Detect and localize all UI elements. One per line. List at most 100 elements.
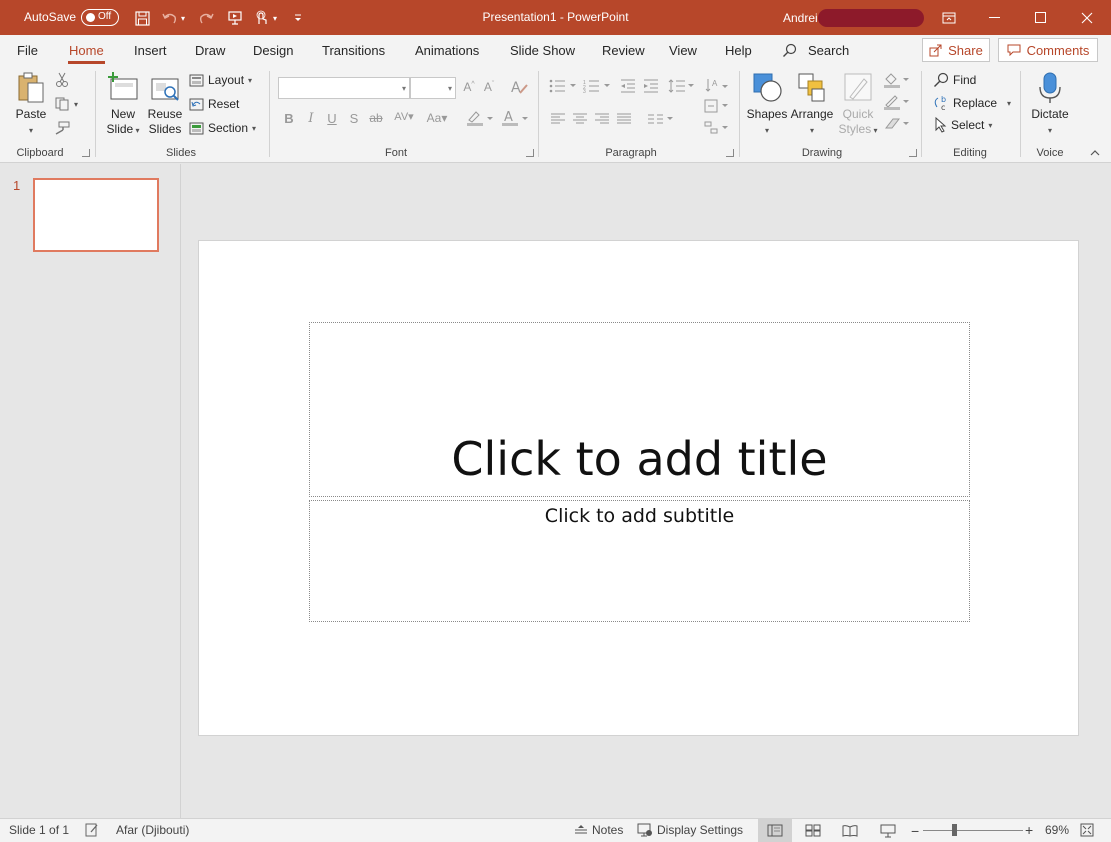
- comments-button[interactable]: Comments: [998, 38, 1098, 62]
- comments-label: Comments: [1026, 42, 1090, 58]
- normal-view-icon[interactable]: [758, 819, 792, 842]
- user-name[interactable]: Andrei: [783, 11, 818, 25]
- reading-view-icon[interactable]: [833, 819, 867, 842]
- section-button[interactable]: Section ▾: [189, 121, 256, 135]
- decrease-indent-icon[interactable]: [619, 79, 637, 96]
- shape-outline-icon[interactable]: [882, 93, 910, 114]
- tab-review[interactable]: Review: [602, 43, 645, 58]
- touch-dropdown-icon[interactable]: ▾: [268, 8, 282, 28]
- tab-design[interactable]: Design: [253, 43, 293, 58]
- zoom-slider[interactable]: [923, 830, 1023, 831]
- paragraph-launcher-icon[interactable]: [726, 149, 734, 157]
- tab-help[interactable]: Help: [725, 43, 752, 58]
- highlight-color-icon[interactable]: [465, 109, 495, 130]
- format-painter-icon[interactable]: [53, 119, 71, 137]
- collapse-ribbon-icon[interactable]: [1090, 148, 1100, 159]
- align-left-icon[interactable]: [549, 113, 567, 128]
- language[interactable]: Afar (Djibouti): [116, 823, 189, 837]
- font-color-icon[interactable]: A: [500, 109, 530, 130]
- font-family-combo[interactable]: ▾: [278, 77, 410, 99]
- share-button[interactable]: Share: [922, 38, 990, 62]
- dictate-button[interactable]: Dictate ▾: [1027, 71, 1073, 138]
- align-center-icon[interactable]: [571, 113, 589, 128]
- bold-icon[interactable]: B: [280, 111, 298, 126]
- align-text-icon[interactable]: [703, 99, 729, 116]
- reuse-slides-button[interactable]: Reuse Slides: [146, 71, 184, 137]
- subtitle-placeholder[interactable]: Click to add subtitle: [309, 500, 970, 622]
- line-spacing-icon[interactable]: [667, 79, 695, 96]
- cut-icon[interactable]: [53, 71, 71, 89]
- slide-sorter-icon[interactable]: [796, 819, 830, 842]
- tab-transitions[interactable]: Transitions: [322, 43, 385, 58]
- zoom-out-icon[interactable]: −: [911, 823, 919, 839]
- columns-icon[interactable]: [646, 113, 674, 128]
- tab-slide-show[interactable]: Slide Show: [510, 43, 575, 58]
- slide-thumbnail[interactable]: [33, 178, 159, 252]
- thumbnail-number: 1: [13, 178, 21, 193]
- slide-show-view-icon[interactable]: [871, 819, 905, 842]
- tab-home[interactable]: Home: [68, 43, 105, 64]
- ribbon-display-options-icon[interactable]: [926, 0, 972, 35]
- group-divider: [921, 71, 922, 157]
- select-button[interactable]: Select ▾: [933, 117, 992, 133]
- text-shadow-icon[interactable]: S: [345, 111, 363, 126]
- clipboard-launcher-icon[interactable]: [82, 149, 90, 157]
- italic-icon[interactable]: I: [302, 111, 320, 126]
- shape-fill-icon[interactable]: [882, 71, 910, 92]
- increase-font-size-icon[interactable]: A^: [460, 80, 478, 94]
- copy-dropdown-icon[interactable]: ▾: [74, 100, 78, 109]
- zoom-level[interactable]: 69%: [1045, 823, 1069, 837]
- arrange-button[interactable]: Arrange ▾: [789, 71, 835, 138]
- shapes-button[interactable]: Shapes ▾: [746, 71, 788, 138]
- strikethrough-icon[interactable]: ab: [367, 111, 385, 125]
- save-icon[interactable]: [132, 8, 152, 28]
- numbering-icon[interactable]: 123: [582, 79, 612, 96]
- slide-canvas[interactable]: Click to add title Click to add subtitle: [198, 240, 1079, 736]
- drawing-launcher-icon[interactable]: [909, 149, 917, 157]
- title-placeholder[interactable]: Click to add title: [309, 322, 970, 497]
- copy-icon[interactable]: [53, 95, 71, 113]
- text-direction-icon[interactable]: A: [703, 77, 729, 98]
- paste-button[interactable]: Paste ▾: [12, 71, 50, 138]
- spell-check-icon[interactable]: [85, 823, 99, 837]
- undo-dropdown-icon[interactable]: ▾: [177, 8, 189, 28]
- tab-insert[interactable]: Insert: [134, 43, 167, 58]
- quick-styles-button[interactable]: Quick Styles ▾: [836, 71, 880, 138]
- increase-indent-icon[interactable]: [642, 79, 660, 96]
- display-settings-button[interactable]: Display Settings: [637, 823, 743, 837]
- editing-group-label: Editing: [953, 147, 987, 159]
- bullets-icon[interactable]: [548, 79, 578, 96]
- customize-qat-icon[interactable]: [288, 8, 308, 28]
- redo-icon[interactable]: [196, 8, 216, 28]
- shape-effects-icon[interactable]: [882, 116, 910, 135]
- notes-button[interactable]: Notes: [574, 823, 623, 837]
- font-launcher-icon[interactable]: [526, 149, 534, 157]
- close-icon[interactable]: [1064, 0, 1110, 35]
- maximize-icon[interactable]: [1018, 0, 1064, 35]
- autosave-toggle[interactable]: Off: [81, 9, 119, 26]
- decrease-font-size-icon[interactable]: Aˇ: [480, 80, 498, 94]
- change-case-icon[interactable]: Aa▾: [424, 111, 450, 125]
- fit-slide-icon[interactable]: [1080, 823, 1094, 837]
- replace-button[interactable]: bc Replace ▾: [932, 95, 1011, 111]
- zoom-in-icon[interactable]: +: [1025, 822, 1033, 838]
- zoom-slider-thumb[interactable]: [951, 824, 957, 836]
- justify-icon[interactable]: [615, 113, 633, 128]
- minimize-icon[interactable]: [972, 0, 1018, 35]
- character-spacing-icon[interactable]: AV▾: [391, 110, 417, 123]
- new-slide-button[interactable]: New Slide ▾: [104, 71, 142, 138]
- smartart-convert-icon[interactable]: [703, 121, 729, 138]
- group-divider: [1020, 71, 1021, 157]
- underline-icon[interactable]: U: [323, 111, 341, 126]
- tab-file[interactable]: File: [17, 43, 38, 58]
- tab-draw[interactable]: Draw: [195, 43, 225, 58]
- start-from-beginning-icon[interactable]: [225, 8, 245, 28]
- clear-formatting-icon[interactable]: A: [510, 79, 528, 98]
- layout-button[interactable]: Layout ▾: [189, 73, 252, 87]
- find-button[interactable]: Find: [933, 72, 976, 88]
- reset-button[interactable]: Reset: [189, 97, 239, 111]
- tab-animations[interactable]: Animations: [415, 43, 479, 58]
- align-right-icon[interactable]: [593, 113, 611, 128]
- tab-view[interactable]: View: [669, 43, 697, 58]
- font-size-combo[interactable]: ▾: [410, 77, 456, 99]
